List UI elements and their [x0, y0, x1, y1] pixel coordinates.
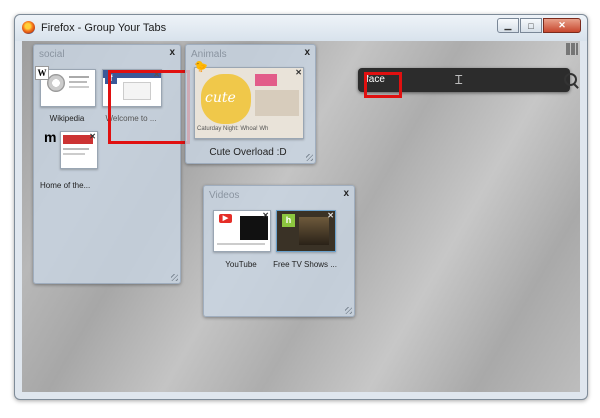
group-close-videos-button[interactable]: x [343, 188, 349, 199]
hulu-favicon-icon: h [282, 214, 295, 227]
tab-close-mozilla-icon[interactable]: ✕ [89, 132, 96, 141]
cute-logo-text: cute [205, 90, 236, 106]
window-title: Firefox - Group Your Tabs [41, 22, 167, 34]
group-close-social-button[interactable]: x [169, 47, 175, 58]
group-animals[interactable]: Animals x cute Caturday Night: Whoa! Wh … [185, 44, 316, 164]
group-title-videos[interactable]: Videos [209, 190, 239, 201]
thumb-line [69, 76, 89, 78]
tab-youtube[interactable]: ✕ ▶ YouTube [213, 210, 271, 270]
group-videos[interactable]: Videos x ✕ ▶ YouTube ✕ h Free TV Shows .… [203, 185, 355, 317]
tab-close-cute-icon[interactable]: ✕ [295, 68, 302, 77]
tab-hulu[interactable]: ✕ h Free TV Shows ... [273, 210, 337, 270]
chick-favicon-icon: 🐤 [194, 61, 208, 73]
title-bar: Firefox - Group Your Tabs ▁ □ ✕ [15, 15, 587, 41]
tab-label-cute-overload: Cute Overload :D [209, 147, 287, 158]
thumb-line [69, 81, 87, 83]
hulu-video-still [299, 217, 329, 245]
text-cursor-icon: Ꮖ [455, 73, 463, 87]
tab-mozilla[interactable]: ✕ m Home of the... [40, 129, 98, 190]
tab-close-youtube-icon[interactable]: ✕ [262, 211, 269, 220]
group-close-animals-button[interactable]: x [304, 47, 310, 58]
thumb-caption: Caturday Night: Whoa! Wh [197, 126, 269, 132]
mozilla-favicon-icon: m [44, 129, 57, 145]
tab-label-mozilla: Home of the... [40, 181, 91, 190]
wikipedia-globe-icon [47, 74, 65, 92]
thumb-line [63, 153, 85, 155]
close-icon: ✕ [558, 20, 566, 30]
youtube-favicon-icon: ▶ [219, 214, 232, 223]
tab-cute-overload[interactable]: cute Caturday Night: Whoa! Wh ✕ 🐤 Cute O… [194, 61, 304, 158]
group-resize-handle[interactable] [345, 307, 352, 314]
thumb-line [69, 86, 89, 88]
group-title-social[interactable]: social [39, 49, 65, 60]
firefox-window: Firefox - Group Your Tabs ▁ □ ✕ social x… [14, 14, 588, 400]
close-window-button[interactable]: ✕ [543, 18, 581, 33]
group-resize-handle[interactable] [306, 154, 313, 161]
facebook-tab-highlight [108, 70, 190, 144]
tab-groups-canvas[interactable]: social x W Wikipedia ✕ f Welcome to ... … [22, 41, 580, 392]
thumb-image-block [255, 90, 299, 116]
window-controls: ▁ □ ✕ [496, 18, 581, 33]
thumb-line [63, 148, 89, 150]
minimize-button[interactable]: ▁ [497, 18, 519, 33]
group-resize-handle[interactable] [171, 274, 178, 281]
wikipedia-favicon-icon: W [35, 66, 49, 80]
search-icon[interactable] [564, 73, 577, 86]
thumb-ad-block [255, 74, 277, 86]
tab-close-hulu-icon[interactable]: ✕ [327, 211, 334, 220]
group-view-grid-icon[interactable] [566, 43, 578, 55]
search-text-highlight [364, 72, 402, 98]
tab-thumbnail-mozilla[interactable]: ✕ [60, 131, 98, 169]
maximize-button[interactable]: □ [520, 18, 542, 33]
tab-thumbnail-cute-overload[interactable]: cute Caturday Night: Whoa! Wh ✕ [194, 67, 304, 139]
maximize-icon: □ [528, 20, 534, 31]
tab-label-hulu: Free TV Shows ... [273, 260, 337, 269]
group-title-animals[interactable]: Animals [191, 49, 227, 60]
firefox-logo-icon [22, 21, 35, 34]
minimize-icon: ▁ [504, 20, 512, 30]
tab-wikipedia[interactable]: W Wikipedia [35, 66, 96, 125]
thumb-line [217, 243, 265, 245]
